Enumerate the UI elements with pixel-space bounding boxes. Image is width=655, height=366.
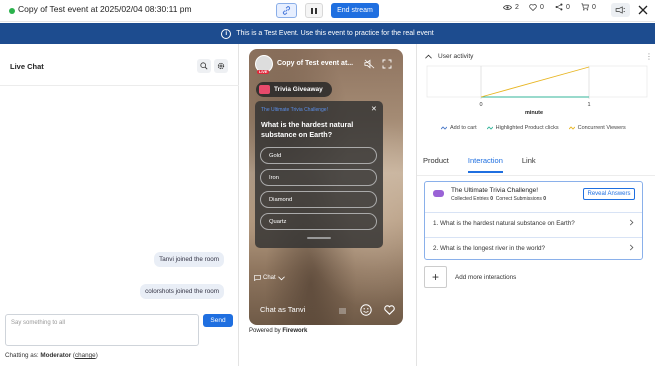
add-more-interactions[interactable]: + Add more interactions [424, 266, 516, 288]
trivia-question: What is the hardest natural substance on… [261, 120, 354, 139]
gear-icon [217, 62, 225, 70]
chat-as-input[interactable]: Chat as Tanvi [260, 305, 305, 314]
test-event-banner: i This is a Test Event. Use this event t… [0, 23, 655, 44]
top-bar: Copy of Test event at 2025/02/04 08:30:1… [0, 0, 655, 22]
stream-preview: LIVE Copy of Test event at... Trivia Giv… [249, 49, 403, 325]
fullscreen-icon[interactable] [382, 59, 392, 69]
live-status-dot [9, 8, 15, 14]
stats-bar: 2 0 0 0 [503, 3, 607, 11]
chat-message: colorshots joined the room [140, 284, 224, 299]
chat-settings-button[interactable] [214, 59, 228, 73]
search-icon [200, 62, 208, 70]
reveal-answers-button[interactable]: Reveal Answers [583, 188, 635, 200]
chevron-right-icon [629, 244, 634, 251]
tab-interaction[interactable]: Interaction [467, 156, 503, 173]
trivia-giveaway-pill[interactable]: Trivia Giveaway [256, 82, 332, 97]
equalizer-icon [339, 308, 346, 314]
chevron-up-icon [425, 54, 432, 59]
live-badge: LIVE [257, 70, 270, 74]
chevron-right-icon [629, 219, 634, 226]
tab-link[interactable]: Link [522, 156, 536, 173]
user-activity-header[interactable]: User activity [425, 53, 473, 60]
stream-title: Copy of Test event at... [277, 60, 354, 67]
pause-icon [311, 7, 313, 14]
firework-logo: Firework [282, 328, 308, 334]
divider [0, 85, 239, 86]
info-icon: i [221, 28, 232, 39]
trivia-option[interactable]: Gold [260, 147, 377, 164]
gift-icon [259, 85, 270, 94]
legend-item[interactable]: Add to cart [441, 125, 477, 131]
search-button[interactable] [197, 59, 211, 73]
tab-product[interactable]: Product [423, 156, 449, 173]
series-line-concurrent-viewers [480, 66, 590, 98]
x-tick-label: 1 [587, 102, 590, 108]
legend-item[interactable]: Concurrent Viewers [568, 125, 626, 131]
end-stream-button[interactable]: End stream [331, 3, 379, 18]
x-tick-label: 0 [479, 102, 482, 108]
send-button[interactable]: Send [203, 314, 233, 327]
event-title: Copy of Test event at 2025/02/04 08:30:1… [18, 4, 192, 14]
line-icon [486, 126, 493, 130]
trivia-option[interactable]: Diamond [260, 191, 377, 208]
interaction-panel: User activity ⋮ 0 1 minute Add to cart Hi… [416, 44, 655, 366]
powered-by: Powered by Firework [249, 328, 308, 334]
heart-icon [529, 3, 537, 11]
trivia-interaction-card: The Ultimate Trivia Challenge! Collected… [424, 181, 643, 260]
mute-icon[interactable] [364, 59, 375, 69]
chevron-down-icon [277, 275, 285, 280]
heart-icon[interactable] [384, 305, 395, 315]
banner-text: This is a Test Event. Use this event to … [236, 30, 434, 37]
chat-bubble-icon [254, 275, 261, 281]
chat-role: Moderator [40, 352, 72, 359]
line-icon [568, 126, 575, 130]
plus-icon[interactable]: + [424, 266, 447, 288]
line-icon [441, 126, 447, 130]
chart-legend: Add to cart Highlighted Product clicks C… [441, 125, 626, 131]
divider [417, 175, 655, 176]
emoji-icon[interactable] [360, 304, 372, 316]
trivia-card: The Ultimate Trivia Challenge! ✕ What is… [255, 101, 383, 248]
x-axis-label: minute [525, 110, 544, 116]
trivia-header: The Ultimate Trivia Challenge! [261, 107, 328, 113]
cart-stat: 0 [581, 3, 607, 11]
close-icon [638, 5, 648, 15]
trivia-option[interactable]: Quartz [260, 213, 377, 230]
panel-tabs: Product Interaction Link [423, 156, 555, 173]
chat-message: Tanvi joined the room [154, 252, 224, 267]
scroll-indicator [307, 237, 331, 239]
pause-button[interactable] [305, 3, 323, 18]
question-row[interactable]: 1. What is the hardest natural substance… [425, 212, 642, 234]
megaphone-icon [615, 6, 626, 14]
more-options-icon[interactable]: ⋮ [645, 52, 653, 61]
interaction-title: The Ultimate Trivia Challenge! [451, 187, 539, 194]
eye-icon [503, 4, 512, 10]
likes-stat: 0 [529, 4, 555, 11]
close-icon[interactable]: ✕ [371, 105, 377, 113]
share-icon [555, 3, 563, 11]
chatting-as: Chatting as: Moderator (change) [5, 352, 98, 359]
link-icon [282, 6, 291, 15]
interaction-stats: Collected Entries 0 Correct Submissions … [451, 196, 547, 202]
change-role-link[interactable]: change [75, 352, 96, 359]
live-chat-title: Live Chat [10, 62, 44, 71]
announcement-button[interactable] [611, 3, 630, 17]
chat-toggle[interactable]: Chat [254, 275, 285, 281]
trivia-option[interactable]: Iron [260, 169, 377, 186]
cart-icon [581, 3, 589, 11]
live-chat-panel: Live Chat Tanvi joined the room colorsho… [0, 44, 239, 366]
legend-item[interactable]: Highlighted Product clicks [486, 125, 559, 131]
chat-input[interactable]: Say something to all [5, 314, 199, 346]
game-controller-icon [433, 190, 444, 197]
shares-stat: 0 [555, 3, 581, 11]
close-button[interactable] [637, 3, 649, 17]
viewers-stat: 2 [503, 4, 529, 11]
copy-link-button[interactable] [276, 3, 297, 18]
question-row[interactable]: 2. What is the longest river in the worl… [425, 237, 642, 259]
